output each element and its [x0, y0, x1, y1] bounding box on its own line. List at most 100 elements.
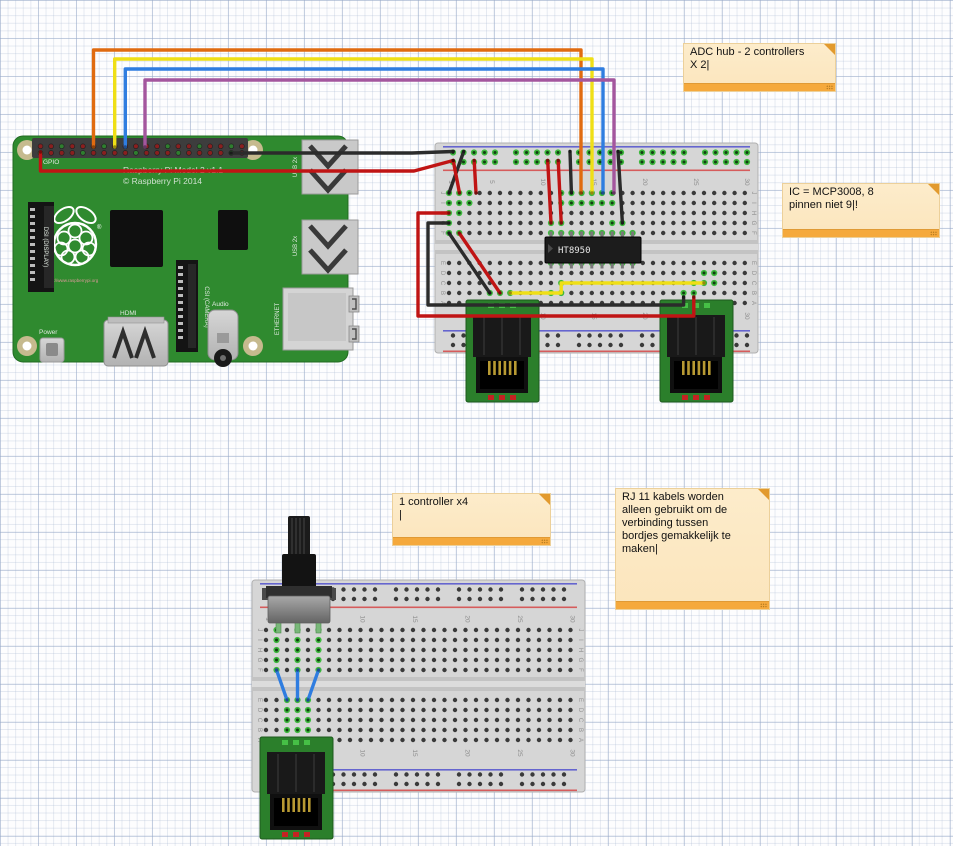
row-label: H — [750, 211, 756, 215]
note-text: RJ 11 kabels worden alleen gebruikt om d… — [616, 489, 769, 602]
row-label: J — [577, 629, 583, 632]
row-label: A — [577, 738, 583, 742]
row-label: D — [750, 271, 756, 276]
rj11-contact-pin — [292, 798, 295, 812]
note-resize-bar[interactable] — [783, 229, 939, 237]
wire-black-rail-j[interactable] — [570, 152, 571, 194]
column-label: 20 — [464, 615, 471, 623]
column-label: 15 — [411, 615, 418, 623]
rj11-contact-pin — [687, 361, 690, 375]
usb-top-label: USB 2x — [293, 157, 299, 177]
row-label: G — [750, 221, 756, 226]
note-resize-bar[interactable] — [616, 601, 769, 609]
rj11-contact-pin — [282, 798, 285, 812]
row-label: C — [256, 718, 262, 723]
wire-red-diag-left-2[interactable] — [474, 161, 476, 194]
note-resize-grip-icon[interactable] — [760, 603, 767, 608]
rj11-contact-pin — [493, 361, 496, 375]
rj11-contact-pin — [303, 798, 306, 812]
rj11-pad-red — [282, 832, 288, 837]
rj11-pad-green — [293, 740, 299, 745]
pot-body — [268, 596, 330, 623]
note-controller[interactable]: 1 controller x4 | — [392, 493, 551, 546]
rj11-pad-red — [488, 395, 494, 400]
usb-port-top — [302, 140, 358, 194]
rj11-contact-pin — [708, 361, 711, 375]
row-label: D — [577, 708, 583, 713]
row-label: F — [439, 231, 445, 235]
wire-black-gpio[interactable] — [231, 152, 453, 154]
rj11-contact-pin — [287, 798, 290, 812]
column-label: 30 — [569, 749, 576, 757]
rj11-contact-pin — [498, 361, 501, 375]
ethernet-label: ETHERNET — [275, 303, 281, 336]
column-label: 25 — [516, 749, 523, 757]
note-text: IC = MCP3008, 8 pinnen niet 9|! — [783, 184, 939, 230]
hdmi-connector — [104, 317, 168, 366]
ic-label: HT8950 — [558, 246, 591, 256]
registered-mark: ® — [97, 224, 102, 231]
rj11-contact-pin — [698, 361, 701, 375]
rj11-pad-red — [304, 832, 310, 837]
column-label: 25 — [516, 615, 523, 623]
hdmi-label: HDMI — [120, 310, 137, 317]
column-label: 15 — [411, 749, 418, 757]
rj11-pad-red — [293, 832, 299, 837]
column-label: 25 — [692, 178, 699, 186]
ic-chip[interactable]: HT8950 — [545, 232, 641, 269]
note-resize-bar[interactable] — [684, 83, 835, 91]
rj11-pad-red — [499, 395, 505, 400]
rj11-pad-green — [704, 303, 710, 308]
power-label: Power — [39, 329, 58, 336]
note-resize-grip-icon[interactable] — [541, 539, 548, 544]
dsi-label: DSI (DISPLAY) — [42, 227, 48, 268]
row-label: F — [750, 231, 756, 235]
usb-port-bottom — [302, 220, 358, 274]
row-label: E — [750, 261, 756, 265]
rj11-contact-pin — [298, 798, 301, 812]
row-label: J — [439, 192, 445, 195]
csi-connector — [176, 260, 198, 352]
potentiometer[interactable] — [262, 516, 336, 633]
pot-shaft — [288, 516, 310, 560]
note-resize-bar[interactable] — [393, 537, 550, 545]
column-label: 10 — [539, 178, 546, 186]
column-label: 10 — [359, 749, 366, 757]
rj11-pad-red — [510, 395, 516, 400]
note-resize-grip-icon[interactable] — [826, 85, 833, 90]
audio-jack — [208, 310, 238, 367]
note-rj11-info[interactable]: RJ 11 kabels worden alleen gebruikt om d… — [615, 488, 770, 610]
row-label: C — [439, 281, 445, 286]
rj11-contact-pin — [692, 361, 695, 375]
row-label: G — [577, 658, 583, 663]
power-connector — [40, 338, 64, 362]
soc-chip — [110, 210, 163, 267]
usb-bottom-label: USB 2x — [293, 236, 299, 256]
rj11-contact-pin — [703, 361, 706, 375]
note-ic-info[interactable]: IC = MCP3008, 8 pinnen niet 9|! — [782, 183, 940, 238]
rj11-pad-green — [304, 740, 310, 745]
dsi-connector — [28, 202, 54, 292]
column-label: 5 — [488, 180, 495, 184]
ethernet-port — [283, 288, 359, 350]
row-label: H — [577, 648, 583, 652]
rj11-pad-red — [682, 395, 688, 400]
note-adc-hub[interactable]: ADC hub - 2 controllers X 2| — [683, 43, 836, 92]
note-resize-grip-icon[interactable] — [930, 231, 937, 236]
row-label: B — [577, 728, 583, 732]
rj11-contact-pin — [514, 361, 517, 375]
row-label: B — [750, 291, 756, 295]
rj11-breakout[interactable] — [260, 737, 333, 839]
note-text: ADC hub - 2 controllers X 2| — [684, 44, 835, 84]
column-label: 10 — [359, 615, 366, 623]
column-label: 30 — [569, 615, 576, 623]
row-label: C — [750, 281, 756, 286]
column-label: 30 — [743, 312, 750, 320]
row-label: H — [256, 648, 262, 652]
rj11-contact-pin — [308, 798, 311, 812]
row-label: A — [750, 301, 756, 305]
row-label: G — [256, 658, 262, 663]
column-label: 30 — [743, 178, 750, 186]
row-label: J — [750, 192, 756, 195]
gpio-header[interactable] — [32, 138, 248, 158]
